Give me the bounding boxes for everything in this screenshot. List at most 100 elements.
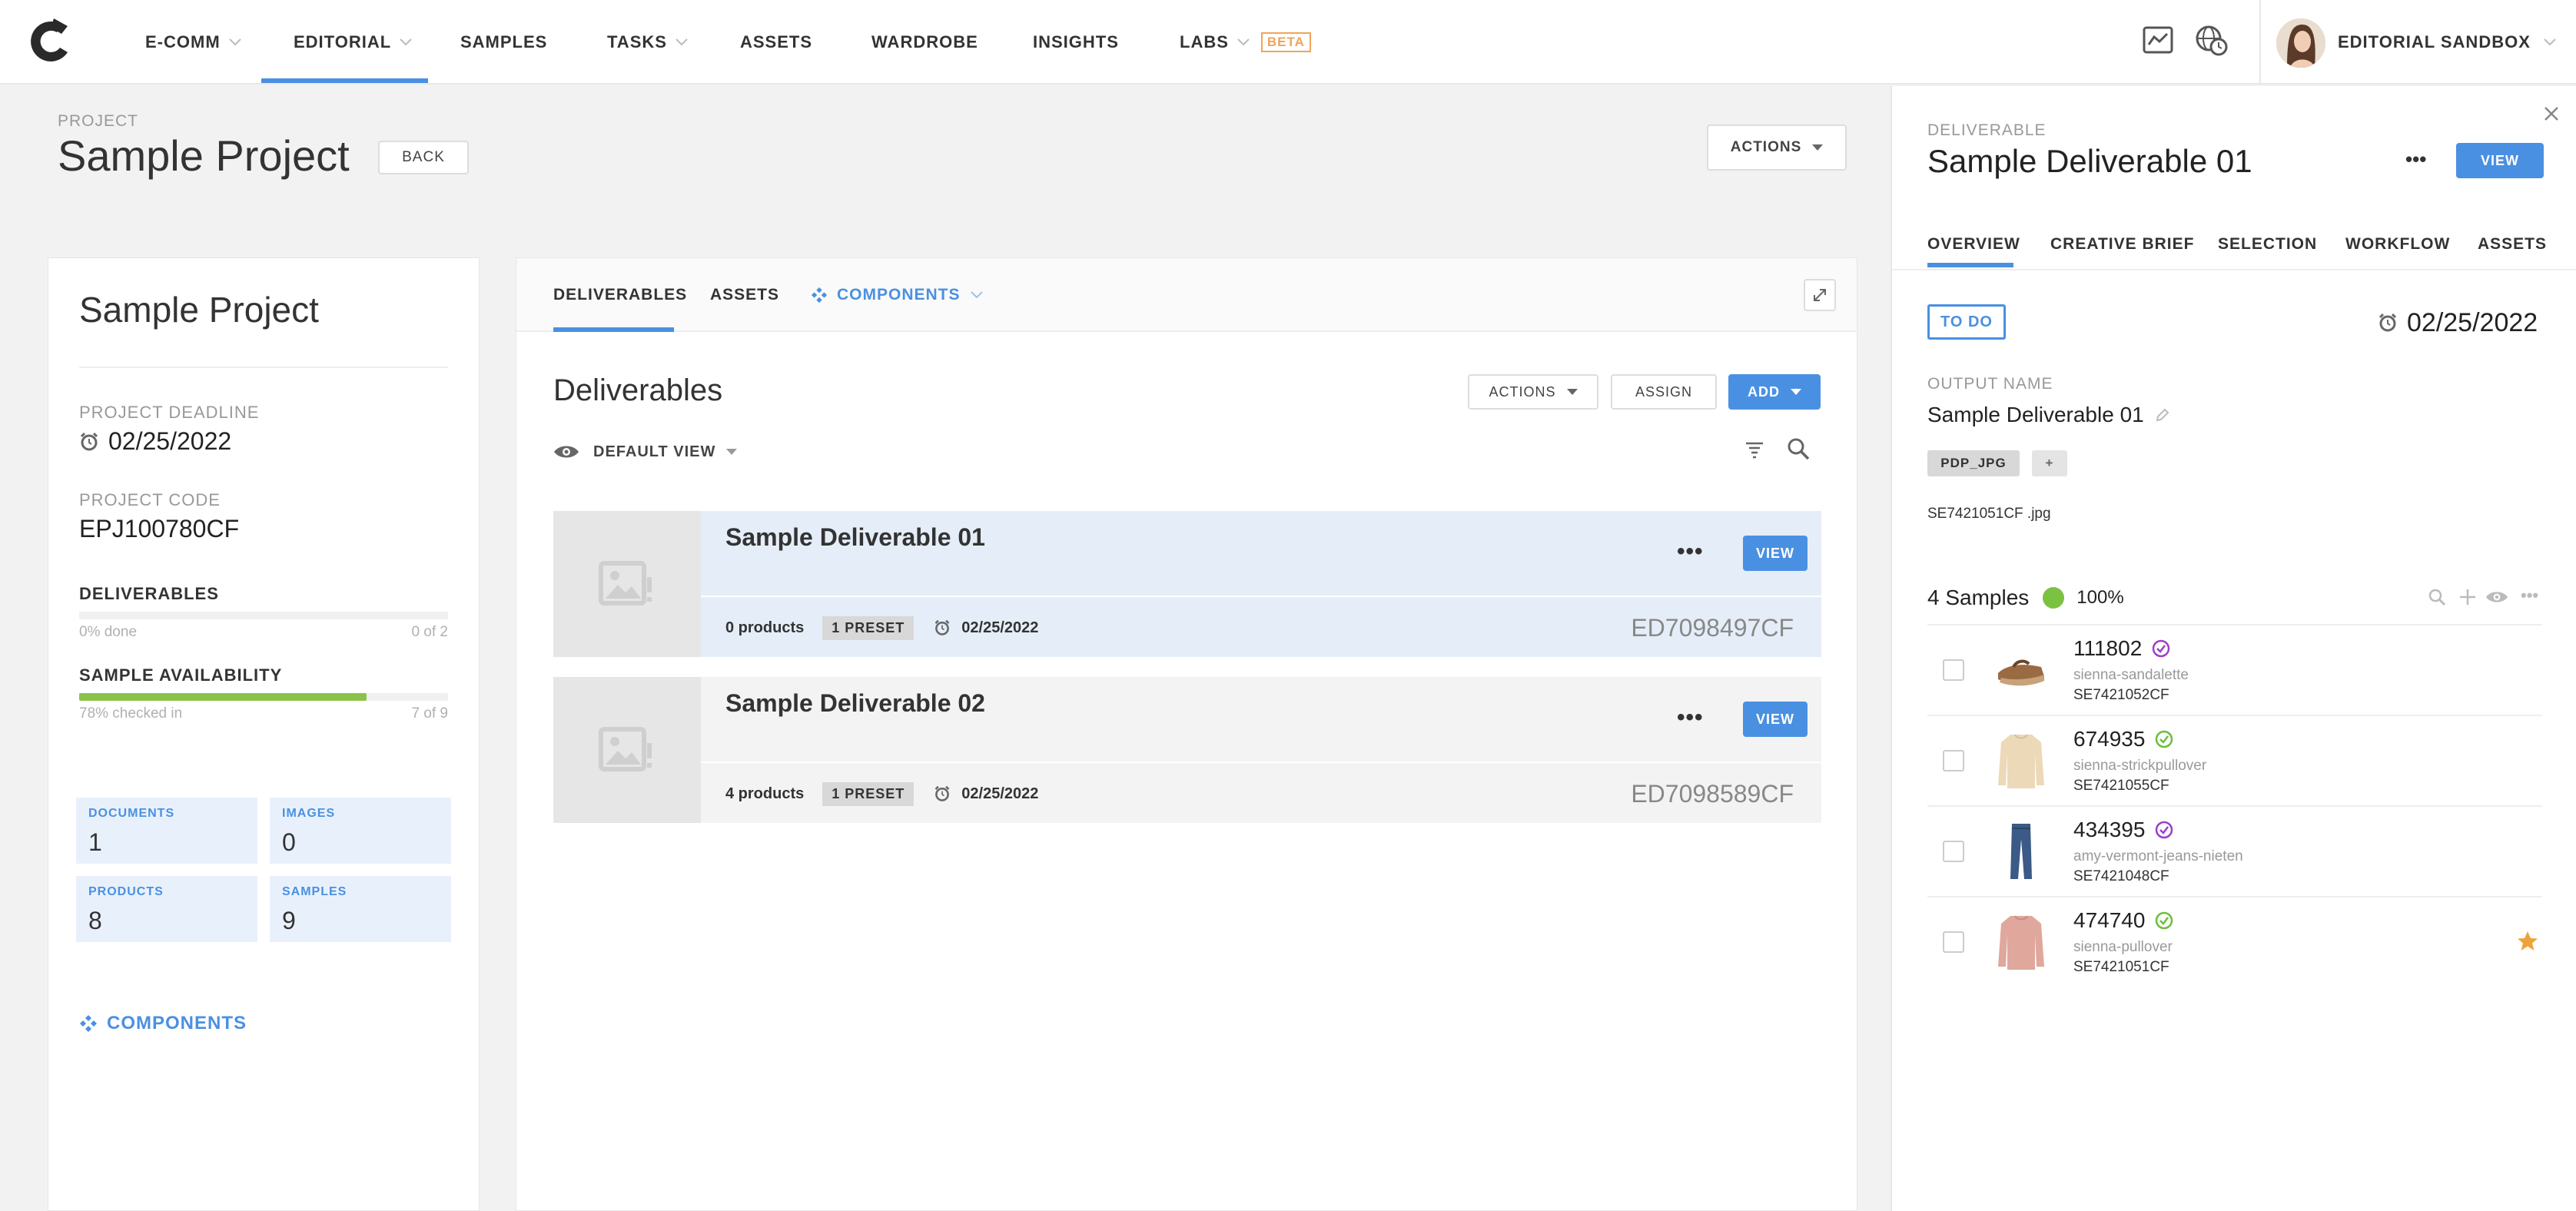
view-button[interactable]: VIEW — [1743, 702, 1808, 737]
chevron-down-icon — [970, 291, 983, 299]
nav-item-insights[interactable]: INSIGHTS — [1033, 0, 1119, 85]
search-icon[interactable] — [1786, 436, 1811, 461]
deliverables-done-text: 0% done — [79, 624, 138, 640]
deliverable-code: ED7098589CF — [1631, 779, 1794, 808]
add-chip-button[interactable]: + — [2032, 450, 2067, 476]
add-label: ADD — [1748, 383, 1780, 400]
page-title: Sample Project — [58, 131, 350, 180]
sample-sku: SE7421055CF — [2073, 778, 2169, 794]
deliverable-name[interactable]: Sample Deliverable 02 — [725, 689, 985, 718]
assign-button[interactable]: ASSIGN — [1611, 374, 1717, 410]
tab-components[interactable]: COMPONENTS — [811, 258, 984, 332]
sample-row[interactable]: 111802 sienna-sandalette SE7421052CF — [1927, 624, 2542, 715]
caret-down-icon — [1566, 389, 1578, 395]
nav-item-assets[interactable]: ASSETS — [740, 0, 812, 85]
due-date: 02/25/2022 — [2407, 307, 2538, 337]
sandal-product-image — [1998, 659, 2044, 686]
sample-number: 434395 — [2073, 818, 2146, 841]
more-options-icon[interactable]: ••• — [1677, 539, 1704, 565]
deliverable-name[interactable]: Sample Deliverable 01 — [725, 523, 985, 552]
add-button[interactable]: ADD — [1728, 374, 1821, 410]
deliverables-progress-bar — [79, 612, 448, 619]
edit-pencil-icon[interactable] — [2155, 407, 2170, 423]
actions-label: ACTIONS — [1730, 139, 1802, 155]
code-label: PROJECT CODE — [79, 490, 221, 509]
nav-label: INSIGHTS — [1033, 32, 1119, 51]
avatar[interactable] — [2276, 18, 2325, 68]
panel-due-date: 02/25/2022 — [2378, 306, 2538, 340]
search-icon[interactable] — [2427, 587, 2447, 607]
tile-products[interactable]: PRODUCTS 8 — [76, 876, 257, 942]
sample-row[interactable]: 434395 amy-vermont-jeans-nieten SE742104… — [1927, 805, 2542, 896]
more-options-icon[interactable]: ••• — [2405, 148, 2426, 171]
tile-images[interactable]: IMAGES 0 — [270, 798, 451, 864]
deliverable-row[interactable]: Sample Deliverable 01 ••• VIEW 0 product… — [553, 511, 1821, 657]
tab-selection[interactable]: SELECTION — [2218, 220, 2317, 269]
nav-item-tasks[interactable]: TASKS — [607, 0, 689, 85]
star-icon[interactable] — [2516, 930, 2539, 953]
deadline-label: PROJECT DEADLINE — [79, 403, 260, 422]
nav-item-samples[interactable]: SAMPLES — [460, 0, 547, 85]
close-icon[interactable] — [2542, 105, 2561, 123]
samples-count: 4 Samples — [1927, 586, 2030, 609]
samples-percent: 100% — [2076, 587, 2124, 608]
samples-summary: 4 Samples 100% — [1927, 582, 2124, 613]
filter-icon[interactable] — [1743, 438, 1766, 461]
sample-checkbox[interactable] — [1943, 750, 1964, 771]
tab-creative-brief[interactable]: CREATIVE BRIEF — [2050, 220, 2194, 269]
sample-checkbox[interactable] — [1943, 841, 1964, 862]
row-header: Sample Deliverable 01 ••• VIEW — [701, 511, 1821, 596]
beta-badge: BETA — [1260, 32, 1311, 52]
tab-workflow[interactable]: WORKFLOW — [2345, 220, 2450, 269]
tab-assets[interactable]: ASSETS — [710, 258, 779, 332]
sample-checkbox[interactable] — [1943, 931, 1964, 953]
view-button[interactable]: VIEW — [1743, 536, 1808, 571]
alarm-clock-icon — [934, 785, 950, 801]
nav-label: SAMPLES — [460, 32, 548, 51]
view-selector[interactable]: DEFAULT VIEW — [553, 436, 738, 467]
more-options-icon[interactable]: ••• — [1677, 705, 1704, 731]
tile-value: 1 — [88, 828, 102, 856]
tab-deliverables[interactable]: DELIVERABLES — [553, 258, 687, 332]
nav-item-wardrobe[interactable]: WARDROBE — [871, 0, 978, 85]
tile-value: 8 — [88, 907, 102, 934]
nav-item-ecomm[interactable]: E-COMM — [145, 0, 242, 85]
panel-view-button[interactable]: VIEW — [2456, 143, 2544, 178]
sample-row[interactable]: 674935 sienna-strickpullover SE7421055CF — [1927, 715, 2542, 805]
caret-down-icon — [726, 449, 738, 455]
app-logo-icon[interactable] — [28, 17, 77, 66]
tile-documents[interactable]: DOCUMENTS 1 — [76, 798, 257, 864]
globe-clock-icon[interactable] — [2195, 23, 2229, 57]
tile-label: DOCUMENTS — [88, 807, 175, 820]
tab-assets[interactable]: ASSETS — [2478, 220, 2547, 269]
active-nav-indicator — [261, 78, 428, 83]
deliverables-count: 0 of 2 — [411, 624, 448, 640]
eye-icon[interactable] — [2485, 589, 2508, 606]
tab-bar: DELIVERABLES ASSETS COMPONENTS — [516, 258, 1857, 332]
deliverables-actions-button[interactable]: ACTIONS — [1468, 374, 1598, 410]
components-heading[interactable]: COMPONENTS — [79, 1013, 247, 1034]
sample-checkbox[interactable] — [1943, 659, 1964, 681]
nav-label: E-COMM — [145, 32, 221, 51]
user-menu[interactable]: EDITORIAL SANDBOX — [2338, 0, 2557, 85]
project-actions-button[interactable]: ACTIONS — [1707, 124, 1847, 171]
output-format-chip[interactable]: PDP_JPG — [1927, 450, 2020, 476]
more-options-icon[interactable]: ••• — [2521, 586, 2538, 606]
back-button[interactable]: BACK — [378, 141, 469, 174]
avatar-portrait-icon — [2276, 18, 2325, 68]
sample-row[interactable]: 474740 sienna-pullover SE7421051CF — [1927, 896, 2542, 987]
insights-chart-icon[interactable] — [2141, 23, 2175, 57]
tab-label: COMPONENTS — [837, 286, 961, 304]
chevron-down-icon — [2544, 38, 2556, 46]
nav-item-labs[interactable]: LABS BETA — [1180, 0, 1311, 85]
status-badge[interactable]: TO DO — [1927, 304, 2006, 340]
add-icon[interactable] — [2458, 587, 2478, 607]
output-name-label: OUTPUT NAME — [1927, 375, 2053, 393]
deliverable-row[interactable]: Sample Deliverable 02 ••• VIEW 4 product… — [553, 677, 1821, 823]
tab-overview[interactable]: OVERVIEW — [1927, 220, 2020, 269]
expand-button[interactable] — [1804, 279, 1836, 311]
image-placeholder-icon — [599, 727, 652, 771]
tile-samples[interactable]: SAMPLES 9 — [270, 876, 451, 942]
due-date: 02/25/2022 — [961, 785, 1039, 802]
nav-item-editorial[interactable]: EDITORIAL — [294, 0, 413, 85]
